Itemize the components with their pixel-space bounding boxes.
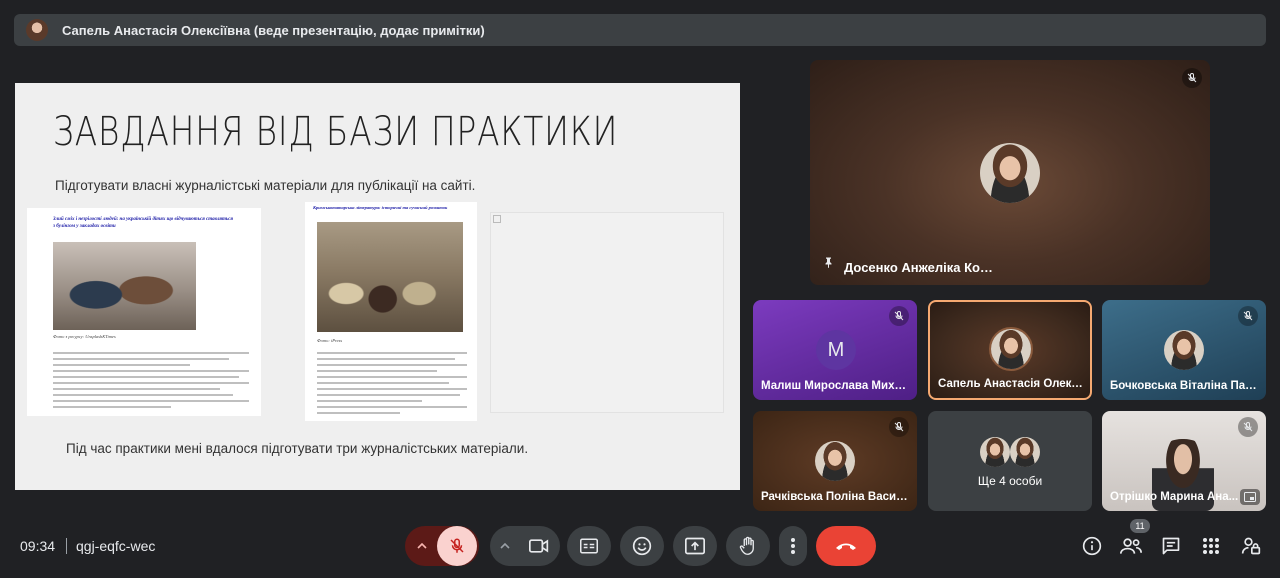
avatar: M [816, 330, 856, 370]
avatar [989, 327, 1033, 371]
camera-options-chevron-icon[interactable] [491, 526, 519, 566]
captions-button[interactable] [567, 526, 611, 566]
end-call-icon [836, 543, 856, 550]
more-participants-tile[interactable]: Ще 4 особи [928, 411, 1092, 511]
raise-hand-icon [739, 536, 754, 555]
meeting-info-button[interactable] [1080, 534, 1104, 558]
present-button[interactable] [673, 526, 717, 566]
participant-tile-pinned[interactable]: Досенко Анжеліка Костянтинівна [810, 60, 1210, 285]
camera-icon [529, 539, 549, 553]
host-controls-button[interactable] [1239, 534, 1263, 558]
participant-name: Досенко Анжеліка Костянтинівна [844, 260, 994, 275]
chat-icon [1162, 537, 1180, 555]
article-photo [317, 222, 463, 332]
article-image-placeholder [490, 212, 724, 413]
mic-off-icon [1238, 306, 1258, 326]
participant-tile-video[interactable]: Отрішко Марина Ана... [1102, 411, 1266, 511]
mic-off-icon [889, 417, 909, 437]
article-headline: Кримськотатарська література: історичні … [313, 205, 448, 210]
camera-button[interactable] [519, 526, 559, 566]
mic-off-icon [1238, 417, 1258, 437]
article-caption: Фото з ресурсу: UnsplashKTimes [53, 334, 116, 339]
slide-subtitle: Підготувати власні журналістські матеріа… [55, 178, 476, 193]
participant-tile[interactable]: M Малиш Мирослава Михай... [753, 300, 917, 400]
participants-count-badge: 11 [1130, 519, 1150, 533]
people-button[interactable] [1119, 534, 1143, 558]
more-participants-label: Ще 4 особи [977, 474, 1043, 488]
slide-title: ЗАВДАННЯ ВІД БАЗИ ПРАКТИКИ [53, 109, 619, 155]
avatar [980, 143, 1040, 203]
article-text-lines [317, 352, 467, 418]
mic-off-icon [1182, 68, 1202, 88]
presentation-slide: ЗАВДАННЯ ВІД БАЗИ ПРАКТИКИ Підготувати в… [15, 83, 740, 490]
participant-name: Рачківська Поліна Василів... [761, 491, 911, 503]
participant-name: Отрішко Марина Ана... [1110, 491, 1239, 503]
divider [66, 538, 67, 554]
meeting-time: 09:34 [20, 538, 56, 554]
emoji-button[interactable] [620, 526, 664, 566]
participant-tile[interactable]: Рачківська Поліна Василів... [753, 411, 917, 511]
participant-name: Бочковська Віталіна Павлі... [1110, 380, 1260, 392]
slide-footer: Під час практики мені вдалося підготуват… [66, 441, 529, 456]
presenter-bar[interactable]: Сапель Анастасія Олексіївна (веде презен… [14, 14, 1266, 46]
pin-icon [822, 255, 834, 274]
presenter-avatar [26, 19, 48, 41]
avatar [1164, 330, 1204, 370]
host-controls-icon [1241, 537, 1261, 555]
avatar [980, 437, 1010, 467]
people-icon [1120, 538, 1142, 554]
participant-tile-speaking[interactable]: Сапель Анастасія Олексіїв... [928, 300, 1092, 400]
raise-hand-button[interactable] [726, 526, 770, 566]
mic-control-group [405, 526, 479, 566]
mic-off-button[interactable] [437, 526, 477, 566]
present-screen-icon [685, 537, 705, 555]
article-caption: Фото: iPress [317, 338, 343, 343]
presenter-bar-text: Сапель Анастасія Олексіївна (веде презен… [62, 22, 485, 38]
end-call-button[interactable] [816, 526, 876, 566]
more-vert-icon [791, 538, 795, 554]
broken-image-icon [493, 215, 501, 223]
meeting-code[interactable]: qgj-eqfc-wec [76, 538, 155, 554]
mic-options-chevron-icon[interactable] [407, 526, 437, 566]
avatar [1010, 437, 1040, 467]
camera-control-group [490, 526, 560, 566]
article-screenshot-1: Злий сміх і незрілості людей: на українс… [27, 208, 261, 416]
participant-tile[interactable]: Бочковська Віталіна Павлі... [1102, 300, 1266, 400]
article-screenshot-2: Кримськотатарська література: історичні … [305, 202, 477, 421]
picture-in-picture-icon[interactable] [1240, 489, 1260, 505]
article-photo [53, 242, 196, 330]
chat-button[interactable] [1159, 534, 1183, 558]
article-text-lines [53, 352, 249, 412]
avatar [815, 441, 855, 481]
mic-off-icon [889, 306, 909, 326]
apps-grid-icon [1203, 538, 1219, 554]
article-headline: Злий сміх і незрілості людей: на українс… [53, 217, 233, 229]
info-icon [1082, 536, 1102, 556]
emoji-icon [632, 536, 652, 556]
mic-off-icon [450, 538, 464, 553]
more-options-button[interactable] [779, 526, 807, 566]
participant-name: Сапель Анастасія Олексіїв... [938, 378, 1088, 390]
captions-icon [580, 538, 598, 554]
participant-name: Малиш Мирослава Михай... [761, 380, 911, 392]
activities-button[interactable] [1199, 534, 1223, 558]
